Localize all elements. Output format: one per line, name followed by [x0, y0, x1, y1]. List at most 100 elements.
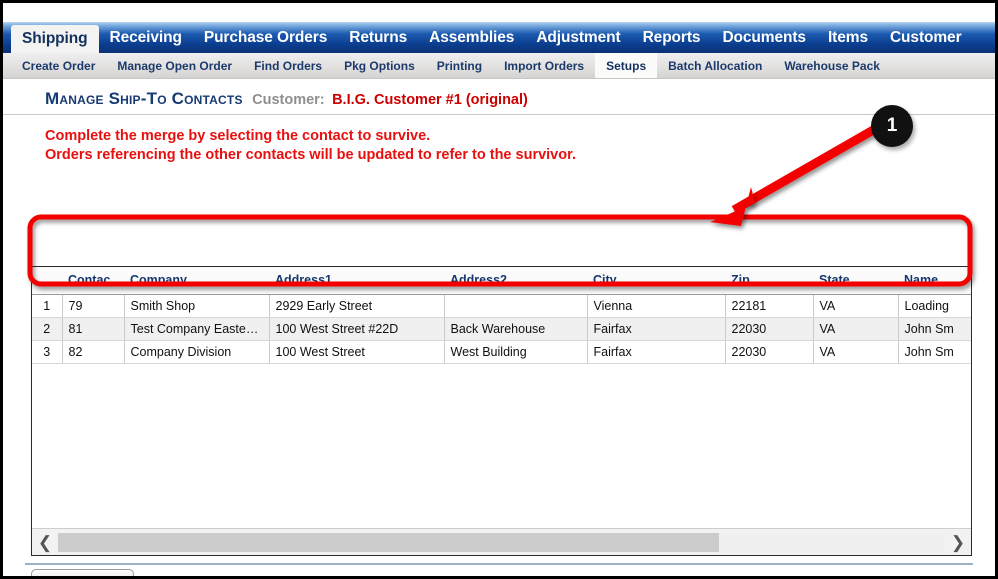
- scroll-left-icon[interactable]: ❮: [32, 534, 58, 551]
- main-nav-item-documents[interactable]: Documents: [711, 22, 817, 53]
- sub-nav-label: Find Orders: [254, 58, 323, 73]
- sub-nav-item-import-orders[interactable]: Import Orders: [493, 53, 595, 78]
- grid-header-rownum[interactable]: [32, 267, 62, 295]
- table-row[interactable]: 1 79 Smith Shop 2929 Early Street Vienna…: [32, 294, 971, 318]
- grid-header-company[interactable]: Company: [124, 267, 269, 295]
- grid-header-name[interactable]: Name: [898, 267, 971, 295]
- sub-nav-item-create-order[interactable]: Create Order: [11, 53, 106, 78]
- scroll-right-icon[interactable]: ❯: [945, 534, 971, 551]
- main-nav-label: Assemblies: [429, 28, 515, 46]
- cell-address1: 100 West Street: [269, 340, 445, 364]
- cell-contact: 79: [62, 294, 125, 318]
- sub-nav-label: Batch Allocation: [668, 58, 763, 73]
- grid-header-zip[interactable]: Zip: [725, 267, 813, 295]
- sub-nav-item-pkg-options[interactable]: Pkg Options: [333, 53, 426, 78]
- main-nav-label: Returns: [349, 28, 408, 46]
- cell-city: Vienna: [587, 294, 726, 318]
- cell-company: Company Division: [124, 340, 270, 364]
- main-nav-label: Shipping: [22, 30, 88, 47]
- application-window: Shipping Receiving Purchase Orders Retur…: [0, 0, 998, 579]
- window-top-strip: [3, 3, 995, 22]
- merge-description: Select one contact to survive. Orders re…: [151, 575, 801, 577]
- merge-button[interactable]: Merge: [31, 569, 134, 576]
- sub-nav-label: Import Orders: [504, 58, 585, 73]
- cell-address2: [444, 294, 588, 318]
- grid-horizontal-scrollbar[interactable]: ❮ ❯: [32, 528, 971, 555]
- grid-header-contact[interactable]: Contac…: [62, 267, 124, 295]
- cell-city: Fairfax: [587, 340, 726, 364]
- cell-address1: 2929 Early Street: [269, 294, 445, 318]
- contacts-grid-container: Contac… Company Address1 Address2 City Z…: [31, 266, 972, 556]
- sub-nav-label: Create Order: [22, 58, 96, 73]
- cell-contact: 82: [62, 340, 125, 364]
- sub-nav-item-find-orders[interactable]: Find Orders: [243, 53, 333, 78]
- main-nav-label: Receiving: [109, 28, 182, 46]
- grid-header-address2[interactable]: Address2: [444, 267, 587, 295]
- bottom-divider: [25, 563, 973, 565]
- cell-address2: West Building: [444, 340, 588, 364]
- scrollbar-track[interactable]: [58, 532, 945, 552]
- instructions-block: Complete the merge by selecting the cont…: [3, 115, 995, 165]
- sub-nav-label: Setups: [606, 58, 647, 73]
- main-nav-label: Customer: [889, 28, 962, 46]
- main-nav-label: Items: [827, 28, 868, 46]
- main-nav-item-receiving[interactable]: Receiving: [99, 22, 193, 53]
- main-nav-label: Reports: [642, 28, 701, 46]
- main-nav-item-assemblies[interactable]: Assemblies: [418, 22, 525, 53]
- main-nav-label: Adjustment: [536, 28, 621, 46]
- instruction-line-2: Orders referencing the other contacts wi…: [45, 147, 576, 163]
- main-nav-item-items[interactable]: Items: [817, 22, 879, 53]
- main-nav-item-customer[interactable]: Customer: [879, 22, 973, 53]
- cell-name: John Sm: [898, 317, 971, 341]
- cell-zip: 22030: [725, 317, 814, 341]
- sub-nav-item-printing[interactable]: Printing: [426, 53, 493, 78]
- cell-state: VA: [813, 317, 899, 341]
- table-row[interactable]: 2 81 Test Company Easte… 100 West Street…: [32, 317, 971, 341]
- grid-header-row: Contac… Company Address1 Address2 City Z…: [32, 267, 971, 295]
- customer-label: Customer:: [252, 92, 325, 108]
- customer-value: B.I.G. Customer #1 (original): [332, 92, 528, 108]
- grid-header-address1[interactable]: Address1: [269, 267, 444, 295]
- cell-address2: Back Warehouse: [444, 317, 588, 341]
- cell-name: Loading: [898, 294, 971, 318]
- sub-navigation-bar: Create Order Manage Open Order Find Orde…: [3, 53, 995, 79]
- cell-zip: 22181: [725, 294, 814, 318]
- cell-rownum: 2: [32, 317, 63, 341]
- main-nav-label: Purchase Orders: [203, 28, 328, 46]
- main-nav-item-adjustment[interactable]: Adjustment: [525, 22, 631, 53]
- scrollbar-thumb[interactable]: [58, 532, 719, 552]
- cell-city: Fairfax: [587, 317, 726, 341]
- cell-contact: 81: [62, 317, 125, 341]
- sub-nav-label: Printing: [436, 58, 483, 73]
- sub-nav-item-manage-open-order[interactable]: Manage Open Order: [106, 53, 243, 78]
- sub-nav-label: Pkg Options: [344, 58, 415, 73]
- main-nav-item-shipping[interactable]: Shipping: [11, 25, 99, 53]
- instruction-line-1: Complete the merge by selecting the cont…: [45, 128, 431, 144]
- sub-nav-item-batch-allocation[interactable]: Batch Allocation: [657, 53, 773, 78]
- contacts-grid: Contac… Company Address1 Address2 City Z…: [32, 267, 971, 364]
- cell-company: Smith Shop: [124, 294, 270, 318]
- main-nav-item-reports[interactable]: Reports: [632, 22, 712, 53]
- sub-nav-item-warehouse-pack[interactable]: Warehouse Pack: [773, 53, 891, 78]
- cell-address1: 100 West Street #22D: [269, 317, 445, 341]
- main-nav-item-purchase-orders[interactable]: Purchase Orders: [193, 22, 338, 53]
- cell-company: Test Company Easte…: [124, 317, 270, 341]
- cell-rownum: 1: [32, 294, 63, 318]
- cell-state: VA: [813, 340, 899, 364]
- merge-action-row: Merge Select one contact to survive. Ord…: [31, 569, 961, 577]
- main-navigation-bar: Shipping Receiving Purchase Orders Retur…: [3, 22, 995, 53]
- grid-header-city[interactable]: City: [587, 267, 725, 295]
- page-title-row: Manage Ship-To Contacts Customer: B.I.G.…: [3, 79, 995, 115]
- action-buttons-area: Merge Select one contact to survive. Ord…: [31, 569, 961, 577]
- grid-header-state[interactable]: State: [813, 267, 898, 295]
- cell-zip: 22030: [725, 340, 814, 364]
- main-nav-item-returns[interactable]: Returns: [338, 22, 418, 53]
- cell-rownum: 3: [32, 340, 63, 364]
- sub-nav-label: Warehouse Pack: [784, 58, 880, 73]
- main-nav-label: Documents: [722, 28, 806, 46]
- page-content: Manage Ship-To Contacts Customer: B.I.G.…: [3, 79, 995, 577]
- sub-nav-item-setups[interactable]: Setups: [595, 53, 658, 78]
- sub-nav-label: Manage Open Order: [117, 58, 233, 73]
- table-row[interactable]: 3 82 Company Division 100 West Street We…: [32, 340, 971, 364]
- cell-name: John Sm: [898, 340, 971, 364]
